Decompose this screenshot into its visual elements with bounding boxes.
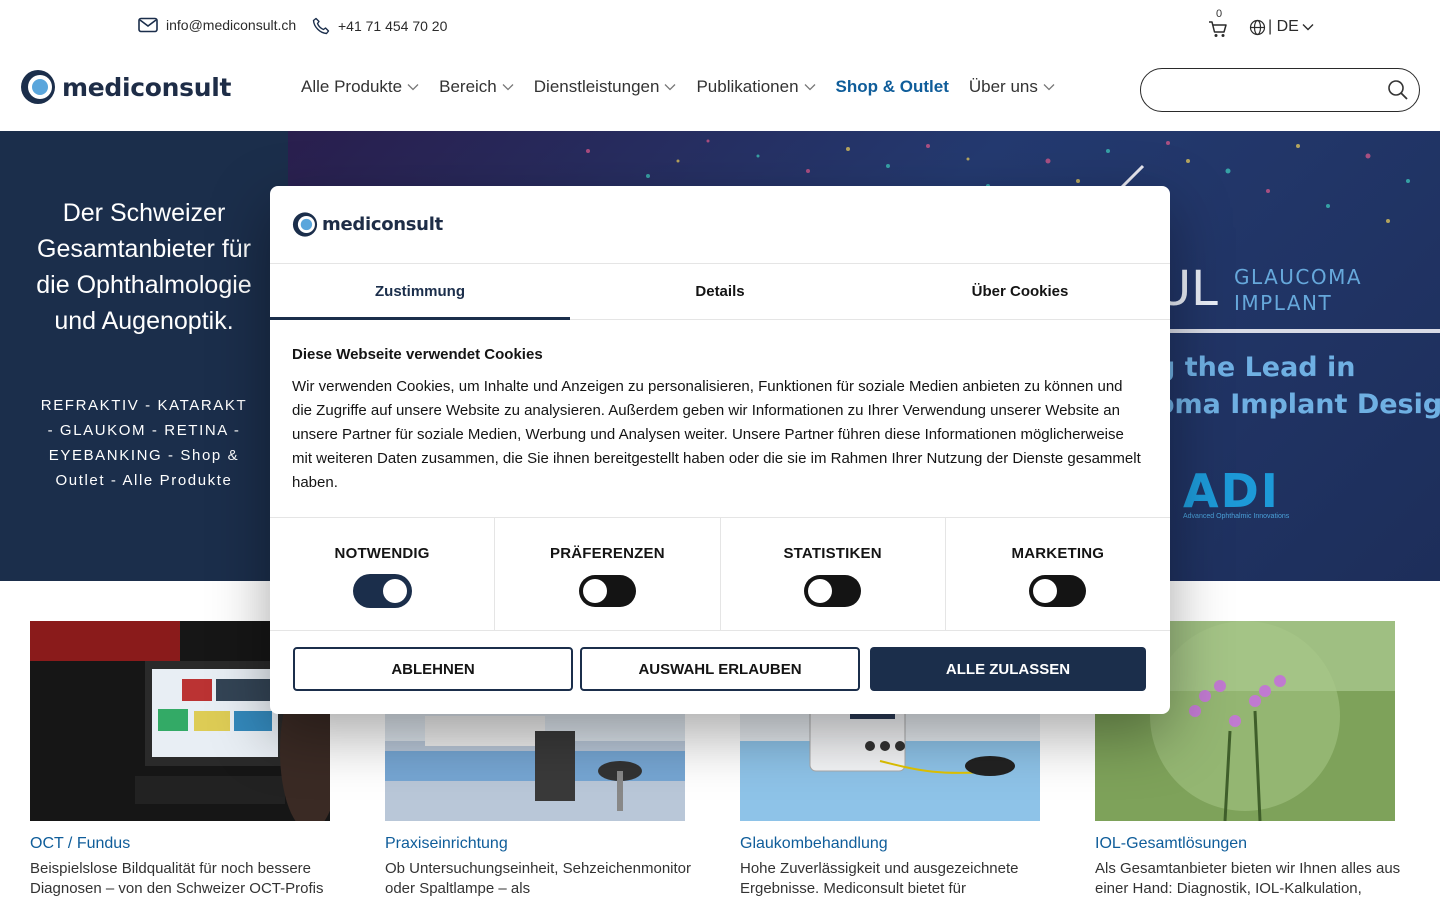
nav-label: Dienstleistungen: [533, 77, 660, 96]
toggle-knob: [582, 579, 607, 603]
banner-tag-line: GLAUCOMA: [1234, 265, 1363, 289]
language-selector[interactable]: | DE: [1249, 18, 1316, 36]
nav-item-alle-produkte[interactable]: Alle Produkte: [301, 77, 419, 97]
site-logo[interactable]: mediconsult: [20, 68, 231, 106]
hero-intro-panel: Der Schweizer Gesamtanbieter für die Oph…: [0, 131, 288, 581]
nav-item-publikationen[interactable]: Publikationen: [696, 77, 816, 97]
toggle-marketing[interactable]: [1029, 575, 1087, 607]
nav-label: Alle Produkte: [301, 77, 403, 96]
top-contact-bar: info@mediconsult.ch +41 71 454 70 20 0 |…: [0, 0, 1440, 56]
category-marketing: MARKETING: [946, 518, 1170, 630]
phone-text: +41 71 454 70 20: [338, 18, 448, 34]
toggle-knob: [1033, 579, 1058, 603]
main-nav: Alle Produkte Bereich Dienstleistungen P…: [301, 77, 1075, 97]
card-title[interactable]: IOL-Gesamtlösungen: [1095, 835, 1395, 853]
phone-link[interactable]: +41 71 454 70 20: [312, 17, 447, 35]
toggle-knob: [382, 579, 407, 603]
tab-ueber-cookies[interactable]: Über Cookies: [870, 264, 1170, 319]
card-description: Als Gesamtanbieter bieten wir Ihnen alle…: [1095, 860, 1401, 897]
chevron-down-icon: [1043, 84, 1055, 91]
cart-count: 0: [1216, 8, 1223, 20]
chevron-down-icon: [804, 84, 816, 91]
chevron-down-icon: [1302, 24, 1314, 31]
category-praeferenzen: PRÄFERENZEN: [495, 518, 721, 630]
search-icon[interactable]: [1387, 79, 1409, 101]
nav-label: Shop & Outlet: [835, 77, 949, 96]
cookie-tabs: Zustimmung Details Über Cookies: [270, 263, 1170, 320]
phone-icon: [312, 17, 330, 35]
chevron-down-icon: [407, 84, 419, 91]
tab-details[interactable]: Details: [570, 264, 870, 319]
category-statistiken: STATISTIKEN: [721, 518, 946, 630]
toggle-notwendig[interactable]: [353, 575, 411, 607]
dialog-logo: mediconsult: [292, 211, 443, 238]
nav-label: Publikationen: [696, 77, 799, 96]
cart-icon: [1209, 21, 1227, 37]
cookie-categories: NOTWENDIG PRÄFERENZEN STATISTIKEN MARKET…: [270, 517, 1170, 631]
logo-text: mediconsult: [322, 214, 443, 235]
nav-item-ueber-uns[interactable]: Über uns: [969, 77, 1055, 97]
cookie-description: Wir verwenden Cookies, um Inhalte und An…: [292, 378, 1141, 491]
nav-item-shop-outlet[interactable]: Shop & Outlet: [836, 77, 949, 97]
hero-subtitle: REFRAKTIV - KATARAKT - GLAUKOM - RETINA …: [40, 397, 248, 489]
cart-button[interactable]: 0: [1208, 8, 1232, 40]
card-title[interactable]: Glaukombehandlung: [740, 835, 1040, 853]
card-title[interactable]: OCT / Fundus: [30, 835, 330, 853]
card-title[interactable]: Praxiseinrichtung: [385, 835, 685, 853]
category-label: STATISTIKEN: [783, 545, 882, 562]
adi-logo: ADI: [1183, 464, 1280, 518]
card-description: Hohe Zuverlässigkeit und ausgezeichnete …: [740, 860, 1019, 897]
banner-headline-line: g the Lead in: [1156, 352, 1356, 383]
nav-item-dienstleistungen[interactable]: Dienstleistungen: [534, 77, 677, 97]
cookie-consent-dialog: mediconsult Zustimmung Details Über Cook…: [270, 186, 1170, 714]
logo-text: mediconsult: [62, 72, 232, 102]
banner-tag-line: IMPLANT: [1234, 291, 1333, 315]
language-label: | DE: [1268, 18, 1299, 35]
cookie-heading: Diese Webseite verwendet Cookies: [292, 346, 543, 363]
search-input[interactable]: [1140, 68, 1420, 112]
email-text: info@mediconsult.ch: [166, 17, 297, 33]
email-link[interactable]: info@mediconsult.ch: [138, 17, 296, 33]
hero-title: Der Schweizer Gesamtanbieter für die Oph…: [36, 199, 252, 335]
category-label: NOTWENDIG: [334, 545, 430, 562]
card-description: Ob Untersuchungseinheit, Sehzeichenmonit…: [385, 860, 692, 897]
banner-headline: g the Lead in oma Implant Design: [1156, 349, 1440, 423]
category-label: MARKETING: [1011, 545, 1105, 562]
tab-zustimmung[interactable]: Zustimmung: [270, 264, 570, 320]
chevron-down-icon: [502, 84, 514, 91]
mail-icon: [138, 17, 158, 33]
logo-mark-icon: [292, 212, 318, 237]
adi-logo-subtitle: Advanced Ophthalmic Innovations: [1183, 513, 1290, 520]
toggle-praeferenzen[interactable]: [578, 575, 636, 607]
nav-label: Bereich: [439, 77, 497, 96]
banner-headline-line: oma Implant Design: [1156, 389, 1440, 420]
allow-selection-button[interactable]: AUSWAHL ERLAUBEN: [580, 647, 860, 691]
nav-label: Über uns: [968, 77, 1038, 96]
allow-all-button[interactable]: ALLE ZULASSEN: [870, 647, 1146, 691]
nav-item-bereich[interactable]: Bereich: [439, 77, 514, 97]
card-description: Beispielslose Bildqualität für noch bess…: [30, 860, 324, 897]
decline-button[interactable]: ABLEHNEN: [293, 647, 573, 691]
logo-mark-icon: [21, 70, 55, 104]
category-notwendig: NOTWENDIG: [270, 518, 496, 630]
toggle-statistiken[interactable]: [804, 575, 862, 607]
chevron-down-icon: [665, 84, 676, 91]
globe-icon: [1249, 19, 1266, 35]
toggle-knob: [808, 579, 833, 603]
banner-product-tag: GLAUCOMA IMPLANT: [1234, 264, 1362, 316]
category-label: PRÄFERENZEN: [550, 545, 665, 562]
